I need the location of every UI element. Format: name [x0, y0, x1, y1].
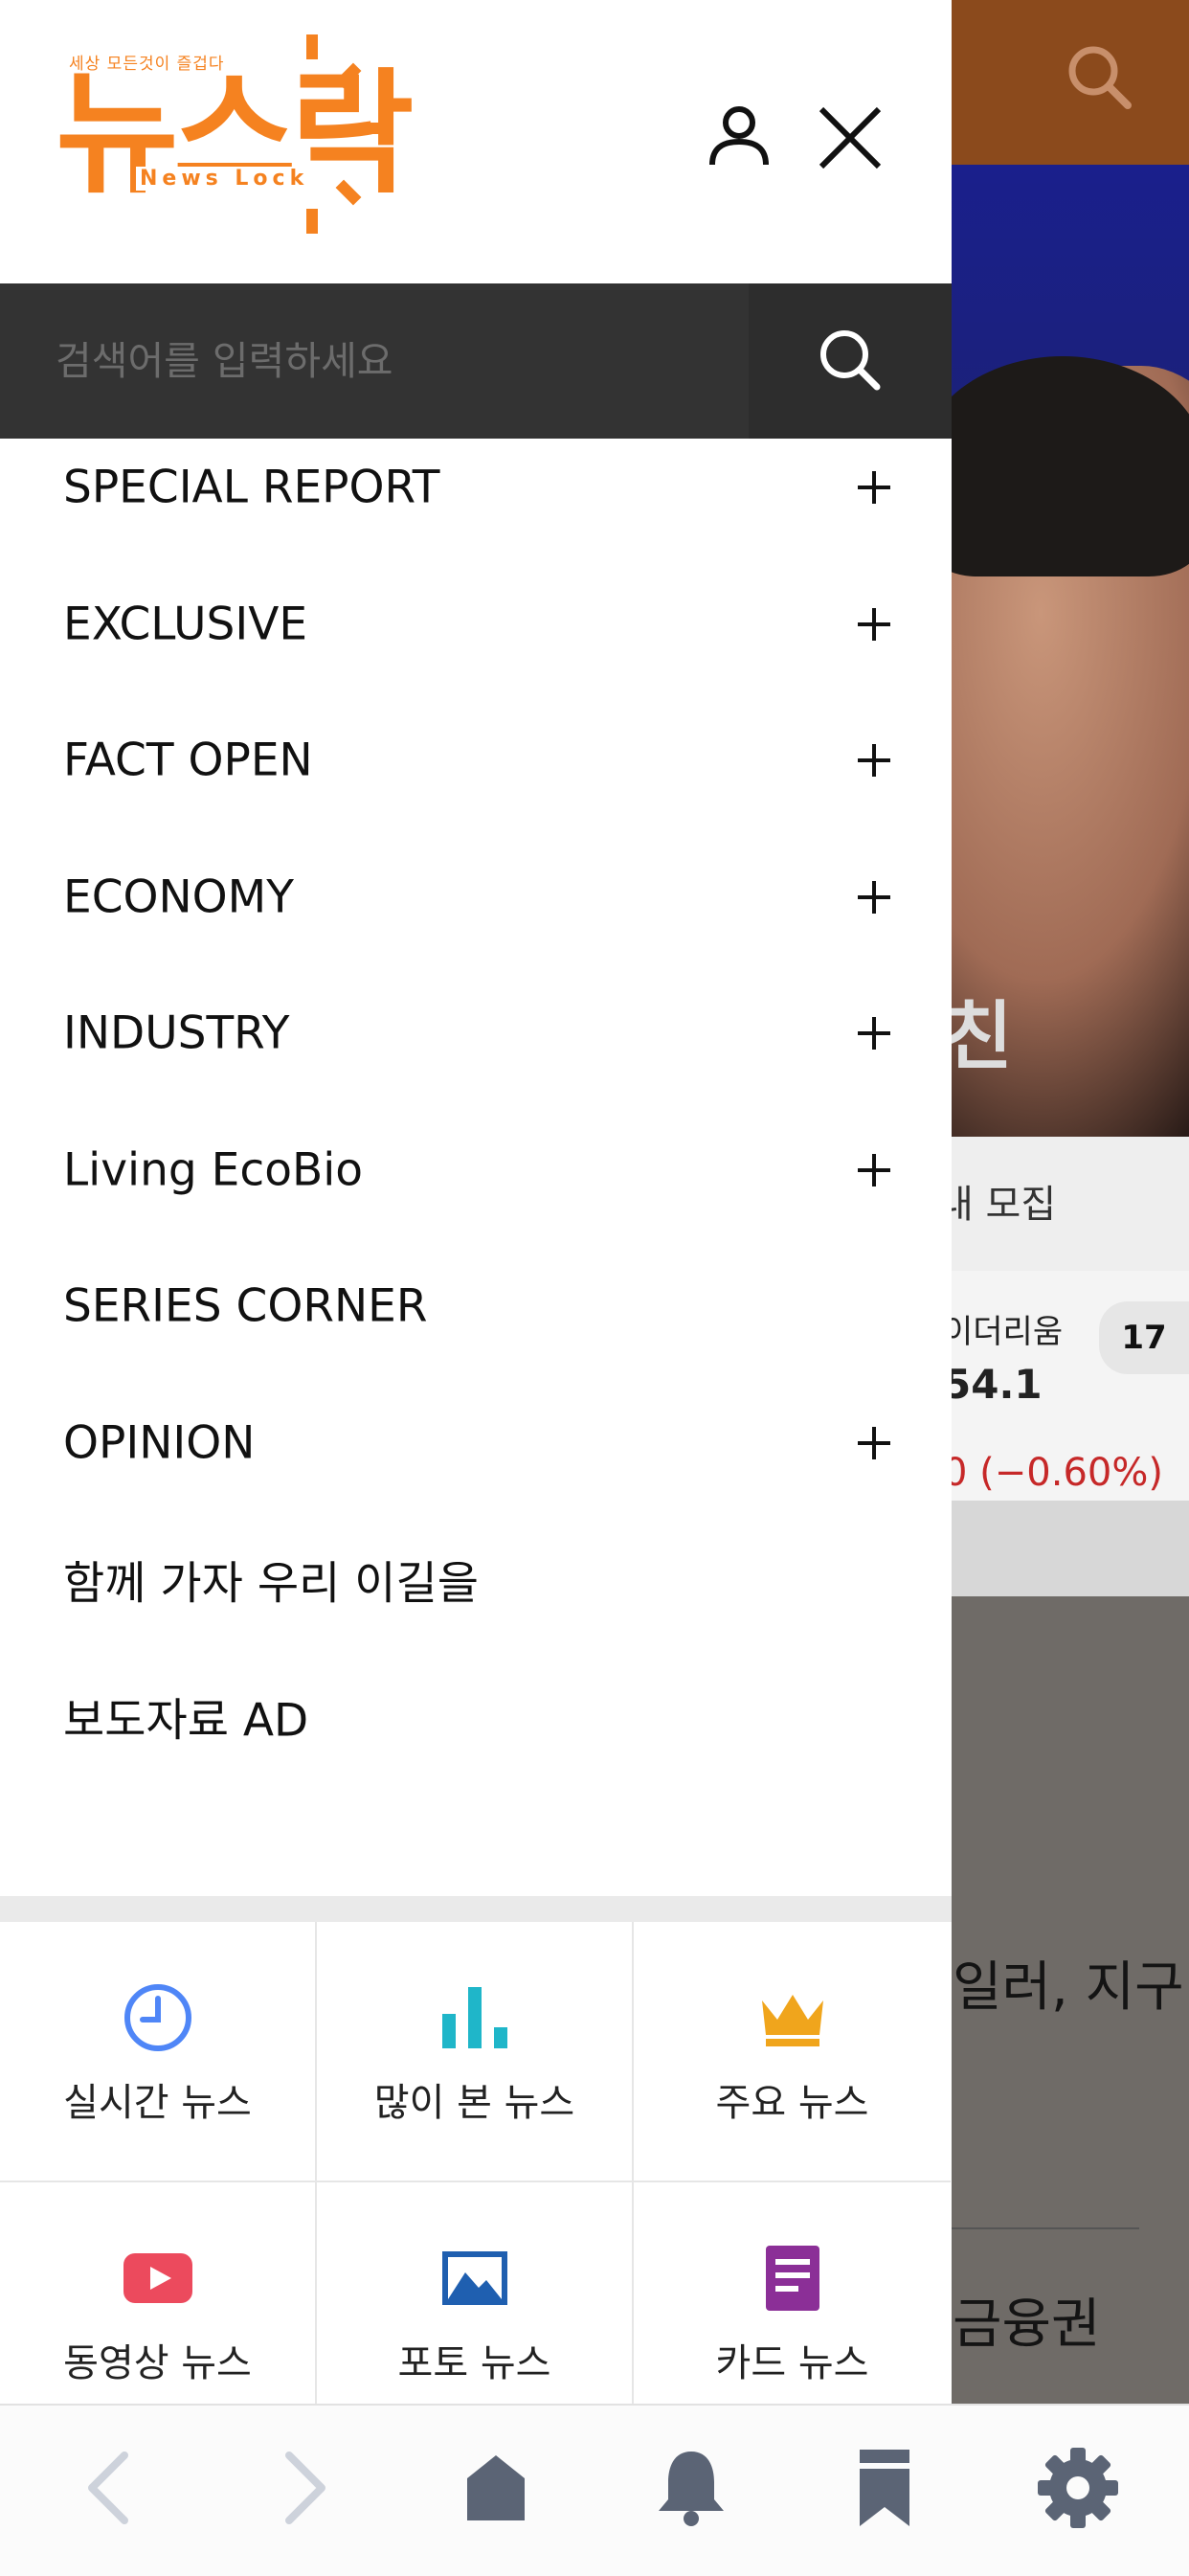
menu-item-economy[interactable]: ECONOMY: [0, 829, 952, 966]
close-icon: [819, 106, 882, 169]
menu-item-fact-open[interactable]: FACT OPEN: [0, 692, 952, 829]
bar-chart-icon: [441, 1987, 507, 2048]
quick-link-realtime-news[interactable]: 실시간 뉴스: [0, 1922, 317, 2182]
search-bar: [0, 283, 952, 439]
back-button[interactable]: [63, 2440, 159, 2536]
newslock-logo[interactable]: 세상 모든것이 즐겁다 뉴스락 News Lock: [56, 34, 414, 236]
menu-item-label: 보도자료 AD: [63, 1694, 309, 1748]
forward-button[interactable]: [255, 2440, 350, 2536]
menu-item-label: SERIES CORNER: [63, 1279, 428, 1333]
settings-button[interactable]: [1030, 2440, 1126, 2536]
bg-recruit-text: 내 모집: [938, 1183, 1057, 1227]
bg-divider: [948, 2227, 1139, 2229]
quick-link-label: 실시간 뉴스: [63, 2081, 252, 2125]
home-icon: [467, 2455, 525, 2520]
bg-ticker-change: 0 (−0.60%): [943, 1451, 1163, 1495]
user-icon: [709, 106, 769, 166]
expand-plus-icon[interactable]: [858, 1153, 890, 1186]
menu-item-together[interactable]: 함께 가자 우리 이길을: [0, 1511, 952, 1648]
logo-ray: [306, 209, 318, 234]
expand-plus-icon[interactable]: [858, 471, 890, 505]
bookmark-button[interactable]: [837, 2440, 932, 2536]
bg-ticker-name: 이더리움: [943, 1313, 1064, 1351]
menu-item-label: ECONOMY: [63, 870, 294, 924]
quick-link-most-viewed[interactable]: 많이 본 뉴스: [317, 1922, 634, 2182]
menu-item-label: INDUSTRY: [63, 1006, 290, 1060]
expand-plus-icon[interactable]: [858, 744, 890, 778]
quick-link-label: 많이 본 뉴스: [373, 2081, 575, 2125]
bg-headline-1[interactable]: 일러, 지구: [953, 1944, 1184, 2022]
quick-link-label: 동영상 뉴스: [63, 2341, 252, 2385]
notifications-button[interactable]: [643, 2440, 739, 2536]
quick-link-photo-news[interactable]: 포토 뉴스: [317, 2182, 634, 2404]
section-divider: [0, 1896, 952, 1922]
menu-item-opinion[interactable]: OPINION: [0, 1375, 952, 1512]
menu-item-label: FACT OPEN: [63, 734, 313, 787]
expand-plus-icon[interactable]: [858, 1017, 890, 1051]
search-icon: [820, 330, 881, 391]
expand-plus-icon[interactable]: [858, 1426, 890, 1459]
quick-link-label: 카드 뉴스: [715, 2341, 869, 2385]
user-button[interactable]: [703, 102, 775, 174]
home-button[interactable]: [448, 2440, 544, 2536]
menu-item-living-ecobio[interactable]: Living EcoBio: [0, 1102, 952, 1239]
menu-item-label: 함께 가자 우리 이길을: [63, 1557, 479, 1611]
quick-links-grid: 실시간 뉴스 많이 본 뉴스 주요 뉴스 동영상 뉴스 포토 뉴스 카드 뉴스: [0, 1922, 952, 2404]
photo-icon: [441, 2251, 507, 2305]
logo-sub-text: News Lock: [136, 167, 313, 191]
logo-ray: [360, 123, 385, 134]
menu-item-label: Living EcoBio: [63, 1143, 364, 1197]
menu-item-press-ad[interactable]: 보도자료 AD: [0, 1648, 952, 1785]
menu-item-exclusive[interactable]: EXCLUSIVE: [0, 556, 952, 693]
close-button[interactable]: [814, 102, 886, 174]
crown-icon: [761, 1995, 823, 2046]
bell-icon: [659, 2452, 724, 2526]
bg-hero-caption: 친: [944, 994, 1013, 1080]
bg-ticker-price: 54.1: [943, 1361, 1043, 1408]
menu-item-industry[interactable]: INDUSTRY: [0, 965, 952, 1102]
bg-search-icon[interactable]: [1065, 42, 1135, 113]
quick-link-top-news[interactable]: 주요 뉴스: [634, 1922, 951, 2182]
settings-icon: [1038, 2448, 1118, 2528]
quick-link-video-news[interactable]: 동영상 뉴스: [0, 2182, 317, 2404]
menu-item-series-corner[interactable]: SERIES CORNER: [0, 1238, 952, 1375]
expand-plus-icon[interactable]: [858, 880, 890, 914]
quick-link-label: 주요 뉴스: [715, 2081, 869, 2125]
play-icon: [123, 2253, 192, 2303]
menu-item-label: OPINION: [63, 1416, 256, 1470]
quick-link-label: 포토 뉴스: [397, 2341, 551, 2385]
card-icon: [765, 2246, 819, 2311]
logo-ray: [306, 34, 318, 59]
tradingview-logo[interactable]: 17: [1099, 1301, 1189, 1374]
expand-plus-icon[interactable]: [858, 607, 890, 641]
side-drawer: 세상 모든것이 즐겁다 뉴스락 News Lock SPECIAL: [0, 0, 952, 2404]
search-input[interactable]: [0, 283, 749, 439]
back-icon: [88, 2452, 128, 2524]
menu-item-label: SPECIAL REPORT: [63, 461, 440, 514]
category-menu: SPECIAL REPORT EXCLUSIVE FACT OPEN ECONO…: [0, 419, 952, 1784]
quick-link-card-news[interactable]: 카드 뉴스: [634, 2182, 951, 2404]
bg-headline-2[interactable]: 금융권: [953, 2281, 1101, 2359]
search-button[interactable]: [749, 283, 952, 439]
bookmark-icon: [860, 2450, 909, 2526]
menu-item-special-report[interactable]: SPECIAL REPORT: [0, 419, 952, 556]
menu-item-label: EXCLUSIVE: [63, 598, 308, 651]
clock-icon: [123, 1984, 191, 2051]
forward-icon: [285, 2452, 325, 2524]
bottom-navigation-bar: [0, 2404, 1189, 2576]
